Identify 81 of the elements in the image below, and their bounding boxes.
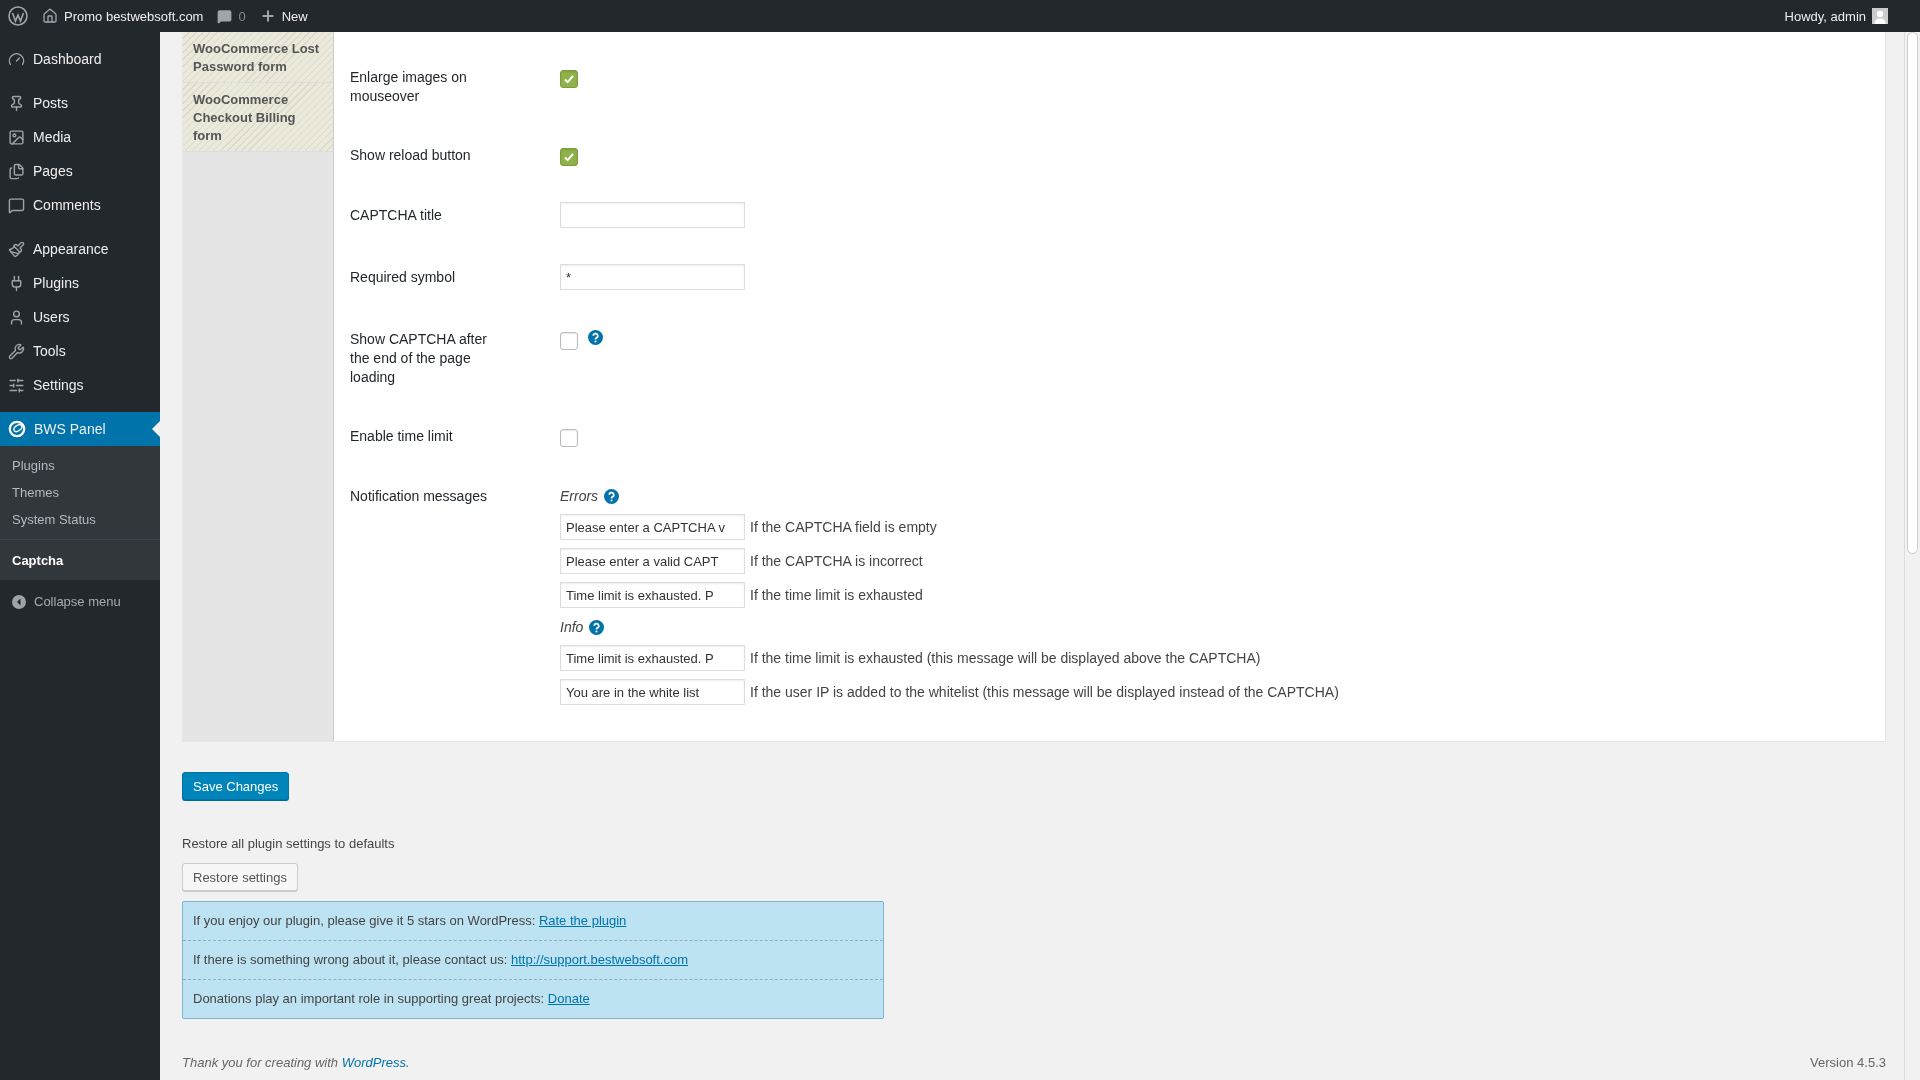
text-field[interactable]: * (560, 264, 745, 290)
setting-label: Notification messages (350, 487, 488, 506)
notice-link[interactable]: Rate the plugin (538, 913, 627, 928)
checkbox[interactable] (560, 332, 578, 350)
menu-item[interactable]: Appearance (0, 232, 160, 266)
notice-text: If there is something wrong about it, please contact us: http://support.bestwebsoft.com (183, 940, 883, 979)
message-field[interactable]: You are in the white list (560, 679, 745, 705)
person-icon (8, 308, 25, 326)
logo-icon[interactable] (8, 6, 28, 26)
plus-icon (259, 8, 276, 24)
pages-icon (8, 162, 25, 180)
submenu-item[interactable]: Plugins (0, 452, 160, 479)
setting-label: CAPTCHA title (350, 206, 443, 225)
form-tab[interactable]: WooCommerce Lost Password form (183, 32, 333, 83)
footer-credit: Thank you for creating with WordPress. (182, 1055, 410, 1070)
setting-label: Enable time limit (350, 427, 454, 446)
form-tab[interactable]: WooCommerce Checkout Billing form (183, 83, 333, 152)
paintbrush-icon (8, 240, 25, 258)
collapse-menu-button[interactable]: Collapse menu (0, 580, 160, 623)
restore-settings-button[interactable]: Restore settings (182, 863, 298, 891)
setting-label: Show CAPTCHA after the end of the page loading (350, 330, 488, 387)
restore-description: Restore all plugin settings to defaults (182, 836, 396, 851)
field-description: If the time limit is exhausted (this message will be displayed above the CAPTCHA) (750, 650, 1261, 666)
help-icon[interactable] (588, 330, 603, 345)
field-description: If the time limit is exhausted (750, 587, 923, 603)
notice-text: Donations play an important role in supporting great projects: Donate (183, 979, 883, 1018)
menu-item[interactable]: Dashboard (0, 42, 160, 76)
notice-text: If you enjoy our plugin, please give it 5 stars on WordPress: Rate the plugin (192, 912, 628, 930)
ring-logo-icon (8, 420, 26, 438)
submenu-item[interactable]: Themes (0, 479, 160, 506)
message-field[interactable]: Time limit is exhausted. P (560, 582, 745, 608)
text-field[interactable] (560, 202, 745, 228)
message-field[interactable]: Time limit is exhausted. P (560, 645, 745, 671)
field-description: If the CAPTCHA field is empty (750, 519, 937, 535)
setting-label: Show reload button (350, 146, 472, 165)
pin-icon (8, 94, 25, 112)
setting-label: Required symbol (350, 268, 457, 287)
menu-item[interactable]: Plugins (0, 266, 160, 300)
greeting-link[interactable]: Howdy, admin (1784, 8, 1866, 24)
menu-item[interactable]: Comments (0, 188, 160, 222)
checkmark-icon (563, 73, 575, 85)
site-link[interactable]: Promo bestwebsoft.com (64, 8, 204, 24)
message-field[interactable]: Please enter a CAPTCHA v (560, 514, 745, 540)
group-heading: Info (560, 618, 584, 637)
field-description: If the CAPTCHA is incorrect (750, 553, 923, 569)
help-icon[interactable] (604, 489, 620, 504)
gauge-icon (8, 50, 25, 68)
wordpress-link[interactable]: WordPress (341, 1055, 406, 1070)
comment-count[interactable]: 0 (238, 8, 246, 24)
wrench-icon (8, 342, 25, 360)
checkbox[interactable] (560, 429, 578, 447)
checkbox[interactable] (560, 70, 578, 88)
home-icon (42, 8, 58, 24)
new-link[interactable]: New (281, 8, 308, 24)
checkbox[interactable] (560, 148, 578, 166)
menu-item[interactable]: Tools (0, 334, 160, 368)
notice-link[interactable]: http://support.bestwebsoft.com (510, 952, 688, 967)
sliders-icon (8, 376, 25, 394)
menu-item[interactable]: Pages (0, 154, 160, 188)
speech-bubble-icon (8, 196, 25, 214)
submenu-item[interactable]: Captcha (0, 539, 160, 580)
notice-link[interactable]: Donate (547, 991, 590, 1006)
menu-item[interactable]: Media (0, 120, 160, 154)
avatar-icon[interactable] (1872, 8, 1888, 24)
speech-bubble-icon (217, 8, 233, 24)
menu-item[interactable]: Posts (0, 86, 160, 120)
help-icon[interactable] (589, 620, 605, 635)
menu-item[interactable]: Users (0, 300, 160, 334)
message-field[interactable]: Please enter a valid CAPT (560, 548, 745, 574)
field-description: If the user IP is added to the whitelist (this message will be displayed instead of the CAPTCHA) (750, 684, 1339, 700)
submenu-item[interactable]: System Status (0, 506, 160, 533)
version-text: Version 4.5.3 (1810, 1055, 1886, 1070)
setting-label: Enlarge images on mouseover (350, 68, 468, 106)
menu-item[interactable]: Settings (0, 368, 160, 402)
image-icon (8, 128, 25, 146)
group-heading: Errors (560, 487, 599, 506)
scrollbar-thumb[interactable] (1907, 32, 1918, 554)
save-changes-button[interactable]: Save Changes (182, 772, 290, 800)
checkmark-icon (563, 151, 575, 163)
menu-item[interactable]: BWS Panel (0, 412, 160, 446)
arrow-circle-icon (12, 594, 26, 609)
